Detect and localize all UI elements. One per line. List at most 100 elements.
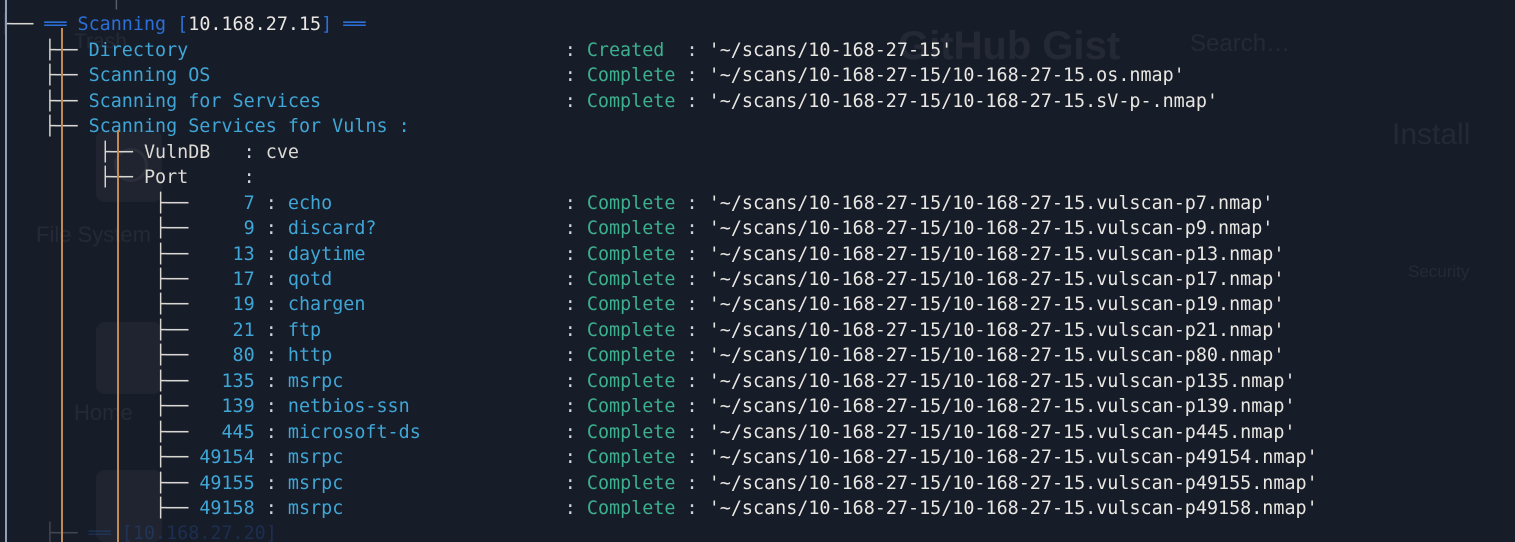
- terminal-row-port: ├── 135 : msrpc : Complete : '~/scans/10…: [0, 369, 1515, 394]
- partial-row-top: │ │: [0, 0, 122, 10]
- port-colon-3: :: [686, 421, 709, 443]
- port-service-name: msrpc: [287, 447, 344, 469]
- tree-branch-glyph: ├──: [0, 218, 200, 240]
- tree-branch-glyph: ├──: [0, 498, 200, 519]
- terminal-row-vuln-param: ├── VulnDB : cve: [0, 140, 1515, 165]
- task-label: Directory: [88, 39, 189, 61]
- port-output-path: '~/scans/10-168-27-15/10-168-27-15.vulsc…: [708, 447, 1318, 469]
- port-output-path: '~/scans/10-168-27-15/10-168-27-15.vulsc…: [708, 396, 1296, 418]
- port-service-name: msrpc: [287, 370, 344, 392]
- port-scan-status: Complete: [586, 421, 687, 443]
- terminal-row-port: ├── 49154 : msrpc : Complete : '~/scans/…: [0, 445, 1515, 470]
- port-scan-status: Complete: [586, 218, 687, 240]
- port-output-path: '~/scans/10-168-27-15/10-168-27-15.vulsc…: [708, 370, 1296, 392]
- port-output-path: '~/scans/10-168-27-15/10-168-27-15.vulsc…: [708, 421, 1296, 443]
- port-colon: :: [254, 294, 288, 316]
- vuln-param-colon: :: [243, 167, 266, 189]
- port-scan-status: Complete: [586, 447, 687, 469]
- scan-target-host: 10.168.27.15: [188, 14, 322, 36]
- tree-branch-glyph: ├──: [0, 294, 200, 316]
- terminal-row-port: ├── 139 : netbios-ssn : Complete : '~/sc…: [0, 394, 1515, 419]
- task-colon-2: :: [686, 90, 709, 112]
- port-output-path: '~/scans/10-168-27-15/10-168-27-15.vulsc…: [708, 268, 1285, 290]
- header-bracket-close: ]: [321, 14, 344, 36]
- tree-branch-glyph: ├──: [0, 90, 89, 112]
- tree-branch-glyph: ├──: [0, 268, 200, 290]
- port-colon-2: :: [564, 498, 587, 519]
- task-label: Scanning Services for Vulns :: [88, 116, 410, 138]
- port-colon: :: [254, 421, 288, 443]
- port-number: 139: [199, 396, 255, 418]
- port-scan-status: Complete: [586, 472, 687, 494]
- port-scan-status: Complete: [586, 319, 687, 341]
- terminal-row-port: ├── 19 : chargen : Complete : '~/scans/1…: [0, 292, 1515, 317]
- tree-branch-glyph: ├──: [0, 39, 89, 61]
- port-colon-3: :: [686, 319, 709, 341]
- task-status: Complete: [586, 90, 687, 112]
- terminal-row-port: ├── 49158 : msrpc : Complete : '~/scans/…: [0, 496, 1515, 521]
- terminal-window[interactable]: Trash File System Home GitHub Gist Searc…: [0, 0, 1515, 542]
- tree-branch-glyph: ├──: [0, 141, 144, 163]
- tree-rule-level1: [61, 28, 63, 542]
- port-colon-2: :: [564, 319, 587, 341]
- tree-branch-glyph: ├──: [0, 192, 200, 214]
- vuln-param-colon: :: [243, 141, 266, 163]
- port-colon-2: :: [564, 268, 587, 290]
- port-colon-2: :: [564, 294, 587, 316]
- scan-header-title: Scanning: [77, 14, 178, 36]
- tree-branch-glyph: ├──: [0, 65, 89, 87]
- port-output-path: '~/scans/10-168-27-15/10-168-27-15.vulsc…: [708, 472, 1318, 494]
- tree-branch-glyph: ├──: [0, 319, 200, 341]
- partial-row-bottom: [10.168.27.20]: [121, 523, 277, 542]
- port-service-name: chargen: [287, 294, 366, 316]
- port-output-path: '~/scans/10-168-27-15/10-168-27-15.vulsc…: [708, 218, 1274, 240]
- terminal-row-task: ├── Scanning for Services : Complete : '…: [0, 89, 1515, 114]
- port-output-path: '~/scans/10-168-27-15/10-168-27-15.vulsc…: [708, 294, 1285, 316]
- terminal-row-scan-header: ├── ══ Scanning [10.168.27.15] ══: [0, 12, 1515, 37]
- port-colon-3: :: [686, 243, 709, 265]
- port-number: 49154: [199, 447, 255, 469]
- tree-rule-level0: [5, 0, 7, 542]
- terminal-output[interactable]: │ │ ├── ══ Scanning [10.168.27.15] ══ ├──…: [0, 0, 1515, 542]
- port-colon-3: :: [686, 498, 709, 519]
- port-colon-2: :: [564, 218, 587, 240]
- port-colon: :: [254, 370, 288, 392]
- port-number: 21: [199, 319, 255, 341]
- port-number: 80: [199, 345, 255, 367]
- port-colon-3: :: [686, 345, 709, 367]
- task-label: Scanning for Services: [88, 90, 322, 112]
- port-colon-2: :: [564, 243, 587, 265]
- terminal-row-vuln-param: ├── Port :: [0, 165, 1515, 190]
- port-colon: :: [254, 243, 288, 265]
- port-scan-status: Complete: [586, 396, 687, 418]
- port-service-name: http: [287, 345, 333, 367]
- port-colon-2: :: [564, 192, 587, 214]
- terminal-row-port: ├── 49155 : msrpc : Complete : '~/scans/…: [0, 471, 1515, 496]
- terminal-row-port: ├── 13 : daytime : Complete : '~/scans/1…: [0, 242, 1515, 267]
- vuln-param-key: Port: [143, 167, 189, 189]
- header-rule-right: ══: [343, 14, 366, 36]
- terminal-row-port: ├── 17 : qotd : Complete : '~/scans/10-1…: [0, 267, 1515, 292]
- port-service-name: ftp: [287, 319, 322, 341]
- header-bracket-open: [: [177, 14, 189, 36]
- task-colon: :: [564, 90, 587, 112]
- port-colon-3: :: [686, 192, 709, 214]
- terminal-row-partial-top: │ │: [0, 0, 1515, 12]
- terminal-row-port: ├── 80 : http : Complete : '~/scans/10-1…: [0, 343, 1515, 368]
- port-colon-2: :: [564, 421, 587, 443]
- port-service-name: daytime: [287, 243, 366, 265]
- vuln-param-key: VulnDB: [143, 141, 211, 163]
- task-colon-2: :: [686, 65, 709, 87]
- port-colon-2: :: [564, 345, 587, 367]
- port-colon: :: [254, 218, 288, 240]
- tree-branch-glyph: ├──: [0, 243, 200, 265]
